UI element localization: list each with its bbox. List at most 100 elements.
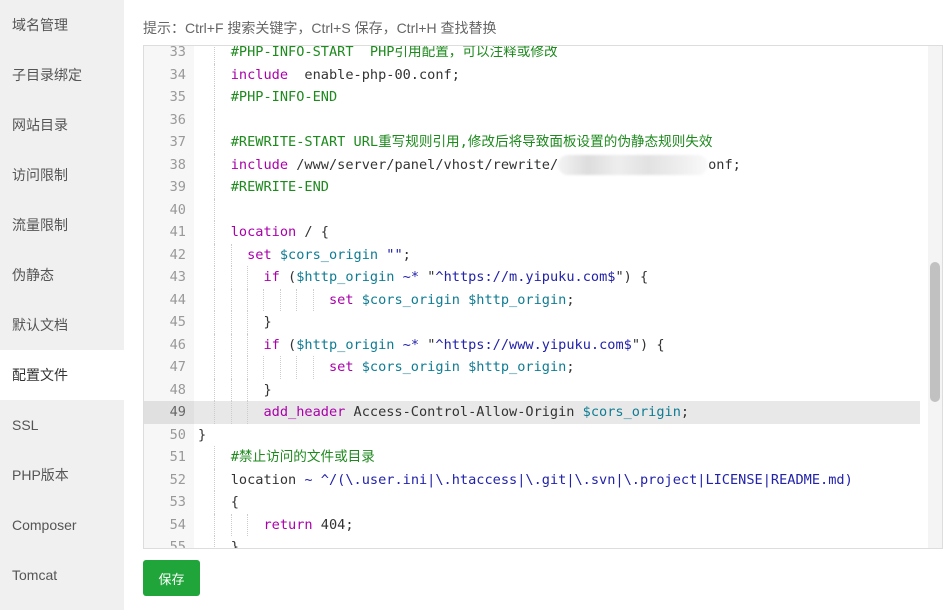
line-number: 52 — [144, 468, 194, 491]
code-token: ; — [566, 359, 575, 375]
sidebar-item[interactable]: 子目录绑定 — [0, 50, 124, 100]
code-line[interactable]: 53 { — [144, 491, 920, 514]
code-token: $cors_origin — [361, 291, 460, 308]
line-code: if ($http_origin ~* "^https://www.yipuku… — [198, 333, 665, 356]
code-line[interactable]: 55 } — [144, 536, 920, 548]
line-code: include enable-php-00.conf; — [198, 63, 460, 86]
code-token: location — [230, 224, 297, 240]
scrollbar-thumb[interactable] — [930, 262, 940, 402]
code-token: onf; — [708, 156, 741, 173]
indent-guides — [198, 333, 263, 356]
code-token: set — [328, 359, 354, 375]
code-line[interactable]: 43 if ($http_origin ~* "^https://m.yipuk… — [144, 266, 920, 289]
line-code: add_header Access-Control-Allow-Origin $… — [198, 401, 689, 424]
save-button[interactable]: 保存 — [143, 560, 200, 596]
line-number: 50 — [144, 423, 194, 446]
indent-guides — [198, 536, 231, 548]
line-code: { — [198, 491, 239, 514]
code-token: "" — [386, 246, 403, 263]
code-line[interactable]: 39 #REWRITE-END — [144, 176, 920, 199]
code-line[interactable]: 33 #PHP-INFO-START PHP引用配置，可以注释或修改 — [144, 46, 920, 64]
indent-guides — [198, 513, 263, 536]
indent-guides — [198, 153, 231, 176]
code-token: Access-Control-Allow-Origin — [345, 404, 583, 420]
line-number: 37 — [144, 131, 194, 154]
code-token: " — [419, 269, 436, 285]
line-code: include /www/server/panel/vhost/rewrite/… — [198, 153, 741, 176]
sidebar-item[interactable]: 访问限制 — [0, 150, 124, 200]
code-token: ^https://www.yipuku.com$ — [435, 336, 632, 353]
sidebar-item[interactable]: 流量限制 — [0, 200, 124, 250]
code-line[interactable]: 35 #PHP-INFO-END — [144, 86, 920, 109]
line-code: } — [198, 378, 272, 401]
sidebar-item[interactable]: Tomcat — [0, 550, 124, 600]
code-line[interactable]: 38 include /www/server/panel/vhost/rewri… — [144, 153, 920, 176]
line-number: 35 — [144, 86, 194, 109]
sidebar-item[interactable]: 配置文件 — [0, 350, 124, 400]
sidebar-item[interactable]: PHP版本 — [0, 450, 124, 500]
code-line[interactable]: 45 } — [144, 311, 920, 334]
indent-guides — [198, 46, 231, 64]
sidebar-item[interactable]: 伪静态 — [0, 250, 124, 300]
code-token: include — [230, 156, 289, 173]
sidebar-item[interactable]: 网站目录 — [0, 100, 124, 150]
sidebar-item[interactable]: 默认文档 — [0, 300, 124, 350]
line-number: 46 — [144, 333, 194, 356]
indent-guides — [198, 221, 231, 244]
indent-guides — [198, 491, 231, 514]
line-code: return 404; — [198, 513, 354, 536]
line-code: } — [198, 536, 239, 548]
code-line[interactable]: 41 location / { — [144, 221, 920, 244]
code-line[interactable]: 54 return 404; — [144, 513, 920, 536]
line-code: #PHP-INFO-START PHP引用配置，可以注释或修改 — [198, 46, 558, 64]
sidebar-item[interactable]: Composer — [0, 500, 124, 550]
code-line[interactable]: 36 — [144, 108, 920, 131]
indent-guides — [198, 266, 263, 289]
code-token: $http_origin — [296, 336, 395, 353]
editor-scrollbar[interactable] — [928, 46, 942, 548]
redacted-blur — [558, 154, 709, 175]
line-code: location ~ ^/(\.user.ini|\.htaccess|\.gi… — [198, 468, 853, 491]
code-token: #禁止访问的文件或目录 — [230, 449, 375, 465]
config-editor[interactable]: 33 #PHP-INFO-START PHP引用配置，可以注释或修改 34 inc… — [143, 45, 943, 549]
line-number: 36 — [144, 108, 194, 131]
code-token: ") { — [631, 336, 665, 353]
code-line[interactable]: 37 #REWRITE-START URL重写规则引用,修改后将导致面板设置的伪… — [144, 131, 920, 154]
code-token: " — [419, 336, 436, 353]
code-line[interactable]: 48 } — [144, 378, 920, 401]
line-number: 42 — [144, 243, 194, 266]
code-line[interactable]: 34 include enable-php-00.conf; — [144, 63, 920, 86]
code-line[interactable]: 46 if ($http_origin ~* "^https://www.yip… — [144, 333, 920, 356]
code-line[interactable]: 49 add_header Access-Control-Allow-Origi… — [144, 401, 920, 424]
code-token: / { — [296, 224, 329, 240]
code-line[interactable]: 51 #禁止访问的文件或目录 — [144, 446, 920, 469]
code-token: $http_origin — [296, 269, 395, 285]
sidebar-item[interactable]: 域名管理 — [0, 0, 124, 50]
line-number: 54 — [144, 513, 194, 536]
line-number: 43 — [144, 266, 194, 289]
sidebar-item[interactable]: SSL — [0, 400, 124, 450]
code-token: if — [263, 269, 280, 285]
code-line[interactable]: 42 set $cors_origin ""; — [144, 243, 920, 266]
code-token: location — [230, 471, 305, 488]
code-line[interactable]: 52 location ~ ^/(\.user.ini|\.htaccess|\… — [144, 468, 920, 491]
code-token: /www/server/panel/vhost/rewrite/ — [288, 156, 559, 173]
line-code — [198, 198, 231, 221]
code-line[interactable]: 50} — [144, 423, 920, 446]
code-token: ; — [566, 291, 575, 308]
code-line[interactable]: 40 — [144, 198, 920, 221]
code-line[interactable]: 47 set $cors_origin $http_origin; — [144, 356, 920, 379]
indent-guides — [198, 356, 329, 379]
indent-guides — [198, 86, 231, 109]
code-line[interactable]: 44 set $cors_origin $http_origin; — [144, 288, 920, 311]
code-token: return — [263, 516, 313, 533]
code-token: ( — [279, 269, 297, 285]
code-token: ( — [279, 336, 297, 353]
indent-guides — [198, 468, 231, 491]
indent-guides — [198, 108, 231, 131]
line-number: 41 — [144, 221, 194, 244]
